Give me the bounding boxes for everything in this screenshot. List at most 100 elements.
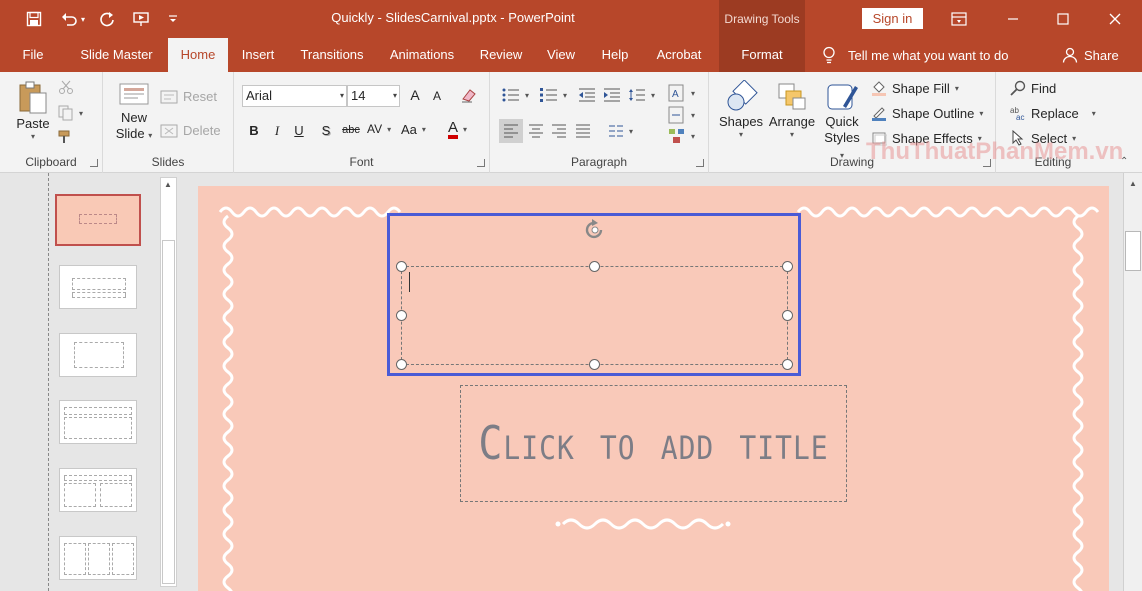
font-launcher-icon[interactable] — [477, 159, 485, 167]
paint-bucket-icon — [872, 81, 886, 96]
copy-icon[interactable]: ▾ — [58, 105, 83, 121]
layout-thumbnail-1[interactable] — [59, 265, 137, 309]
title-placeholder[interactable]: Click to add title — [460, 385, 847, 502]
tab-format[interactable]: Format — [719, 38, 805, 72]
font-color-button[interactable]: A ▾ — [448, 120, 467, 139]
slide-scroll-thumb[interactable] — [1125, 231, 1141, 271]
new-slide-button[interactable]: New Slide ▾ — [115, 80, 153, 144]
drawing-tools-context-label: Drawing Tools — [719, 0, 805, 38]
tab-help[interactable]: Help — [592, 38, 638, 72]
tab-animations[interactable]: Animations — [382, 38, 462, 72]
align-right-icon[interactable] — [551, 124, 567, 138]
tab-transitions[interactable]: Transitions — [292, 38, 372, 72]
resize-handle-bottom-left[interactable] — [396, 359, 407, 370]
ribbon-display-options-icon[interactable] — [936, 4, 982, 34]
minimize-icon[interactable] — [990, 4, 1036, 34]
resize-handle-top-right[interactable] — [782, 261, 793, 272]
paste-button[interactable]: Paste ▾ — [14, 80, 52, 141]
sign-in-button[interactable]: Sign in — [862, 8, 923, 29]
slide-master-thumbnail[interactable] — [55, 194, 141, 246]
slide-canvas[interactable]: Click to add title — [198, 186, 1109, 591]
thumbnails-scrollbar[interactable]: ▲ — [160, 177, 177, 587]
convert-smartart-icon[interactable]: ▾ — [668, 128, 695, 144]
share-button[interactable]: Share — [1062, 38, 1119, 72]
scroll-up-icon[interactable]: ▲ — [164, 180, 172, 189]
decrease-indent-icon[interactable] — [578, 88, 596, 102]
find-label: Find — [1031, 80, 1057, 96]
text-direction-icon[interactable]: A ▾ — [668, 84, 695, 102]
columns-icon[interactable]: ▾ — [608, 124, 633, 138]
replace-label: Replace — [1031, 105, 1079, 121]
shadow-button[interactable]: S — [316, 123, 336, 138]
layout-thumbnail-4[interactable] — [59, 468, 137, 512]
tab-home[interactable]: Home — [168, 38, 228, 72]
layout-thumbnail-3[interactable] — [59, 400, 137, 444]
close-icon[interactable] — [1092, 4, 1138, 34]
clipboard-launcher-icon[interactable] — [90, 159, 98, 167]
font-size-select[interactable]: 14 ▾ — [347, 85, 400, 107]
increase-indent-icon[interactable] — [603, 88, 621, 102]
layout-thumbnail-5[interactable] — [59, 536, 137, 580]
shape-outline-button[interactable]: Shape Outline ▾ — [871, 105, 983, 121]
change-case-button[interactable]: Aa ▾ — [401, 122, 426, 137]
delete-button[interactable]: Delete — [160, 123, 221, 138]
tell-me-search[interactable]: Tell me what you want to do — [822, 38, 1008, 72]
maximize-icon[interactable] — [1040, 4, 1086, 34]
paragraph-launcher-icon[interactable] — [696, 159, 704, 167]
arrange-icon — [778, 83, 806, 110]
tab-view[interactable]: View — [540, 38, 582, 72]
slide-scrollbar[interactable]: ▲ — [1123, 173, 1142, 591]
thumbnails-scroll-thumb[interactable] — [162, 240, 175, 584]
justify-icon[interactable] — [575, 124, 591, 138]
resize-handle-bottom-right[interactable] — [782, 359, 793, 370]
tab-insert[interactable]: Insert — [234, 38, 282, 72]
bullets-icon[interactable]: ▾ — [502, 88, 529, 102]
resize-handle-right[interactable] — [782, 310, 793, 321]
shapes-button[interactable]: Shapes ▾ — [719, 80, 763, 139]
align-left-icon[interactable] — [499, 119, 523, 143]
align-text-icon[interactable]: ▾ — [668, 106, 695, 124]
quick-styles-button[interactable]: Quick Styles ▾ — [821, 80, 863, 164]
bold-button[interactable]: B — [244, 123, 264, 138]
resize-handle-left[interactable] — [396, 310, 407, 321]
font-name-select[interactable]: Arial ▾ — [242, 85, 347, 107]
resize-handle-bottom[interactable] — [589, 359, 600, 370]
character-spacing-button[interactable]: AV ▾ — [367, 122, 391, 136]
shape-outline-label: Shape Outline — [892, 105, 975, 121]
selected-text-box[interactable] — [401, 266, 788, 365]
italic-button[interactable]: I — [267, 123, 287, 139]
arrange-button[interactable]: Arrange ▾ — [767, 80, 817, 139]
layout-thumbnail-2[interactable] — [59, 333, 137, 377]
shapes-icon — [727, 80, 758, 111]
align-center-icon[interactable] — [528, 124, 544, 138]
cut-icon[interactable] — [58, 80, 74, 94]
underline-button[interactable]: U — [289, 123, 309, 138]
tab-review[interactable]: Review — [472, 38, 530, 72]
tab-slide-master[interactable]: Slide Master — [70, 38, 163, 72]
shape-fill-label: Shape Fill — [892, 80, 950, 96]
replace-button[interactable]: ab ac Replace ▾ — [1010, 105, 1096, 122]
slides-group-label: Slides — [151, 155, 185, 169]
font-group: Arial ▾ 14 ▾ A A B I U S abc AV ▾ Aa ▾ A ▾ … — [234, 72, 490, 173]
strikethrough-button[interactable]: abc — [340, 124, 362, 136]
new-slide-icon — [119, 83, 149, 105]
character-spacing-label: AV — [367, 122, 383, 136]
tab-acrobat[interactable]: Acrobat — [648, 38, 710, 72]
resize-handle-top[interactable] — [589, 261, 600, 272]
tab-file[interactable]: File — [12, 38, 54, 72]
line-spacing-icon[interactable]: ▾ — [628, 88, 655, 102]
find-button[interactable]: Find — [1010, 80, 1056, 96]
shrink-font-button[interactable]: A — [427, 89, 447, 103]
grow-font-button[interactable]: A — [405, 87, 425, 103]
numbering-icon[interactable]: ▾ — [540, 88, 567, 102]
resize-handle-top-left[interactable] — [396, 261, 407, 272]
clear-formatting-icon[interactable] — [460, 87, 478, 103]
shapes-label: Shapes — [718, 114, 764, 129]
scroll-up-icon[interactable]: ▲ — [1129, 179, 1137, 188]
format-painter-icon[interactable] — [58, 130, 74, 144]
reset-label: Reset — [183, 89, 217, 104]
share-label: Share — [1084, 47, 1119, 63]
shape-fill-button[interactable]: Shape Fill ▾ — [871, 80, 959, 96]
reset-button[interactable]: Reset — [160, 89, 217, 104]
rotate-handle-icon[interactable] — [581, 216, 609, 244]
